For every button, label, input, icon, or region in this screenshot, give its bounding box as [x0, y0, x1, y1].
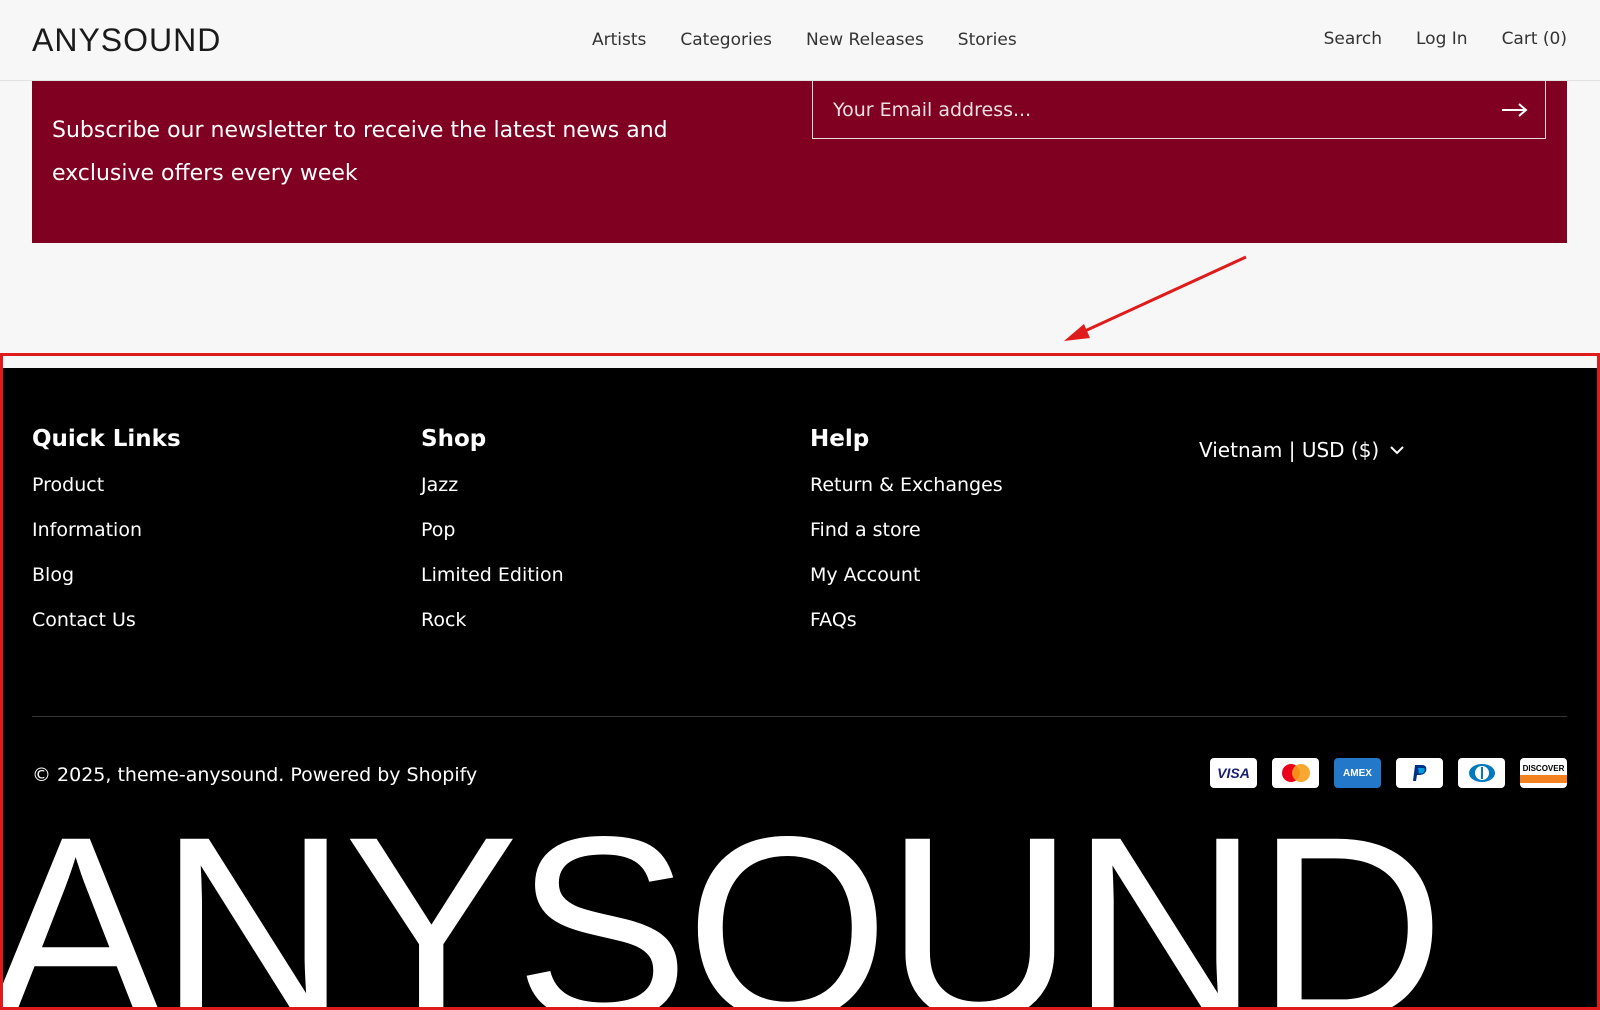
nav-artists[interactable]: Artists: [592, 30, 646, 50]
site-logo[interactable]: ANYSOUND: [32, 22, 221, 59]
login-link[interactable]: Log In: [1416, 29, 1468, 49]
site-footer: Quick Links Product Information Blog Con…: [0, 368, 1600, 1010]
chevron-down-icon: [1390, 446, 1404, 455]
column-title: Quick Links: [32, 426, 181, 452]
locale-selector[interactable]: Vietnam | USD ($): [1199, 438, 1405, 462]
footer-link-rock[interactable]: Rock: [421, 609, 466, 631]
footer-link-information[interactable]: Information: [32, 519, 142, 541]
footer-link-contact-us[interactable]: Contact Us: [32, 609, 136, 631]
nav-stories[interactable]: Stories: [958, 30, 1017, 50]
nav-categories[interactable]: Categories: [680, 30, 772, 50]
footer-link-pop[interactable]: Pop: [421, 519, 455, 541]
search-link[interactable]: Search: [1324, 29, 1382, 49]
nav-new-releases[interactable]: New Releases: [806, 30, 924, 50]
footer-link-product[interactable]: Product: [32, 474, 104, 496]
footer-link-faqs[interactable]: FAQs: [810, 609, 857, 631]
newsletter-section: Subscribe our newsletter to receive the …: [32, 81, 1567, 243]
footer-divider: [32, 716, 1567, 717]
annotation-arrow-icon: [1064, 255, 1247, 341]
footer-link-find-a-store[interactable]: Find a store: [810, 519, 921, 541]
footer-help: Help Return & Exchanges Find a store My …: [810, 426, 1003, 654]
newsletter-form: [812, 81, 1546, 139]
site-header: ANYSOUND Artists Categories New Releases…: [0, 0, 1600, 81]
footer-link-jazz[interactable]: Jazz: [421, 474, 458, 496]
footer-link-blog[interactable]: Blog: [32, 564, 74, 586]
newsletter-description: Subscribe our newsletter to receive the …: [52, 118, 668, 186]
email-input[interactable]: [813, 81, 1485, 138]
footer-link-limited-edition[interactable]: Limited Edition: [421, 564, 564, 586]
footer-big-logo: ANYSOUND: [0, 782, 1445, 1010]
header-actions: Search Log In Cart (0): [1324, 29, 1567, 49]
column-title: Shop: [421, 426, 487, 452]
arrow-right-icon[interactable]: [1485, 81, 1545, 138]
discover-icon: DISCOVER: [1520, 758, 1567, 788]
main-nav: Artists Categories New Releases Stories: [592, 30, 1017, 50]
footer-link-return-exchanges[interactable]: Return & Exchanges: [810, 474, 1003, 496]
cart-link[interactable]: Cart (0): [1502, 29, 1567, 49]
column-title: Help: [810, 426, 870, 452]
diners-icon: [1458, 758, 1505, 788]
footer-link-my-account[interactable]: My Account: [810, 564, 920, 586]
footer-quick-links: Quick Links Product Information Blog Con…: [32, 426, 181, 654]
footer-shop: Shop Jazz Pop Limited Edition Rock: [421, 426, 564, 654]
locale-label: Vietnam | USD ($): [1199, 438, 1380, 462]
